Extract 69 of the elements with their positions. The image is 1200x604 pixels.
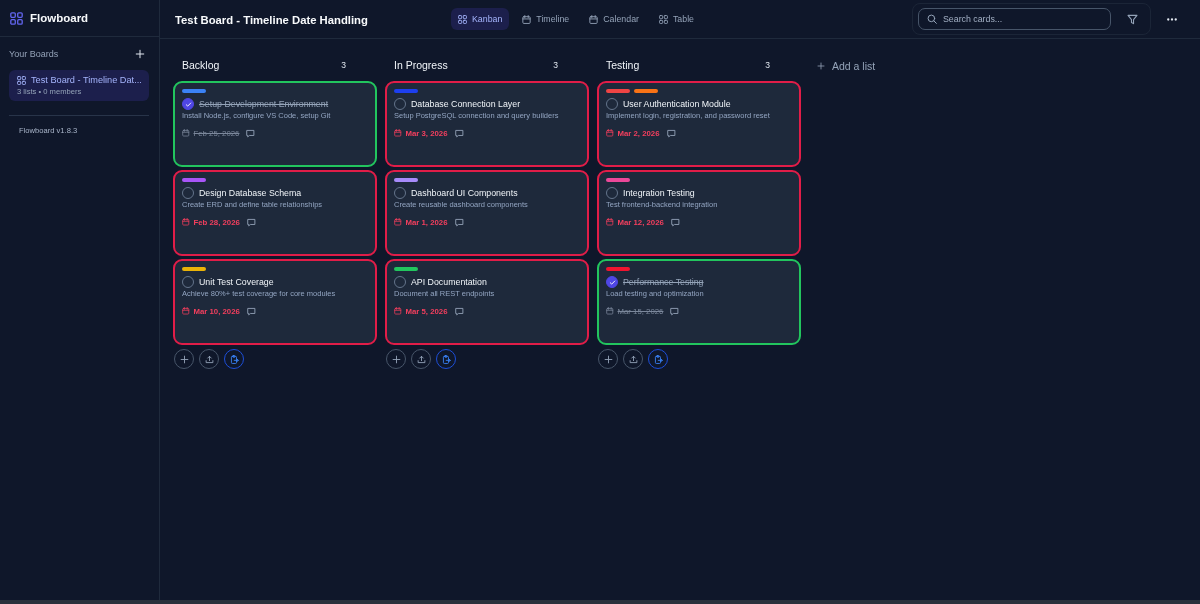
- calendar-icon: [606, 218, 614, 226]
- board-name: Test Board - Timeline Dat...: [31, 75, 142, 85]
- section-title: Your Boards: [9, 49, 59, 59]
- more-icon: [1166, 17, 1177, 21]
- complete-toggle[interactable]: [182, 98, 194, 110]
- view-tab[interactable]: Table: [651, 8, 701, 30]
- comment-icon: [246, 217, 256, 227]
- list-title: Testing: [606, 58, 640, 71]
- plus-icon: [391, 354, 401, 364]
- list-title: In Progress: [394, 58, 448, 71]
- comment-icon: [454, 217, 464, 227]
- tick-icon: [183, 99, 193, 109]
- card-title: Setup Development Environment: [199, 99, 329, 109]
- card-title: Performance Testing: [623, 277, 704, 287]
- calendar-icon: [182, 129, 190, 137]
- upload-icon: [204, 354, 214, 364]
- add-list-button[interactable]: Add a list: [810, 56, 883, 76]
- card-title: API Documentation: [411, 277, 487, 287]
- comment-icon: [670, 306, 680, 316]
- view-tab[interactable]: Calendar: [582, 8, 646, 30]
- card-count: 3: [341, 59, 346, 70]
- card-title: Unit Test Coverage: [199, 277, 274, 287]
- board-title: Test Board - Timeline Date Handling: [175, 14, 368, 26]
- calendar-icon: [394, 218, 402, 226]
- list-title: Backlog: [182, 58, 220, 71]
- plus-icon: [603, 354, 613, 364]
- filter-button[interactable]: [1126, 13, 1138, 25]
- calendar-icon: [394, 129, 402, 137]
- clipboard-icon: [653, 354, 663, 364]
- view-tab[interactable]: Timeline: [515, 8, 577, 30]
- comment-icon: [454, 306, 464, 316]
- card-title: Integration Testing: [623, 188, 695, 198]
- comment-icon: [246, 306, 256, 316]
- plus-icon: [179, 354, 189, 364]
- card-count: 3: [765, 59, 770, 70]
- clipboard-icon: [441, 354, 451, 364]
- grid-icon: [458, 14, 467, 24]
- calendar-icon: [182, 307, 190, 315]
- upload-icon: [628, 354, 638, 364]
- card-title: Database Connection Layer: [411, 99, 521, 109]
- grid-icon: [658, 14, 668, 24]
- comment-icon: [666, 128, 676, 138]
- comment-icon: [670, 217, 680, 227]
- card-title: Dashboard UI Components: [411, 188, 518, 198]
- app-name: Flowboard: [30, 12, 89, 24]
- card-count: 3: [553, 59, 558, 70]
- logo-icon: [10, 11, 23, 25]
- add-board-button[interactable]: [135, 49, 145, 59]
- clipboard-icon: [229, 354, 239, 364]
- comment-icon: [454, 128, 464, 138]
- calendar-icon: [182, 218, 190, 226]
- plus-icon: [817, 62, 825, 70]
- calendar-icon: [606, 307, 614, 315]
- tick-icon: [607, 277, 617, 287]
- card-title: User Authentication Module: [623, 99, 731, 109]
- complete-toggle[interactable]: [606, 276, 618, 288]
- calendar-icon: [589, 14, 599, 24]
- search-field[interactable]: Search cards...: [918, 8, 1111, 30]
- card-title: Design Database Schema: [199, 188, 302, 198]
- comment-icon: [246, 128, 256, 138]
- search-icon: [927, 14, 937, 24]
- calendar-icon: [394, 307, 402, 315]
- upload-icon: [416, 354, 426, 364]
- plus-icon: [135, 49, 145, 59]
- view-tab[interactable]: Kanban: [451, 8, 510, 30]
- calendar-icon: [606, 129, 614, 137]
- filter-icon: [1126, 13, 1138, 25]
- grid-icon: [17, 75, 26, 85]
- calendar-icon: [522, 14, 532, 24]
